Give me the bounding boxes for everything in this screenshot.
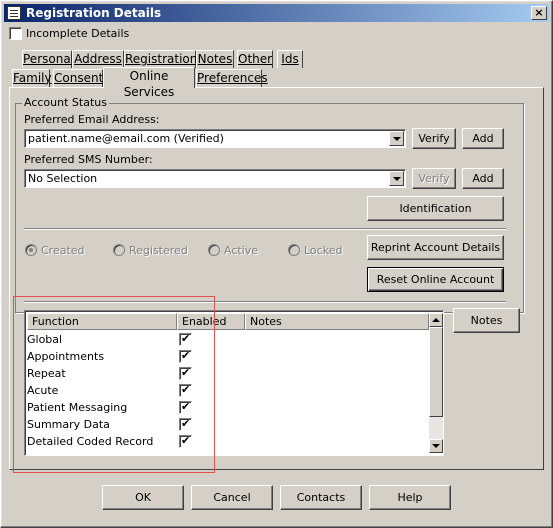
- identification-button[interactable]: Identification: [367, 196, 504, 221]
- table-row[interactable]: Acute: [27, 383, 427, 400]
- tab-address[interactable]: Address: [72, 50, 124, 68]
- separator: [24, 301, 506, 303]
- chevron-down-icon[interactable]: [389, 171, 404, 186]
- enabled-checkbox[interactable]: [179, 332, 192, 346]
- scroll-up-icon[interactable]: [429, 313, 443, 327]
- incomplete-details-checkbox[interactable]: [9, 27, 22, 40]
- status-label-created: Created: [41, 244, 85, 257]
- tab-preferences[interactable]: Preferences: [196, 69, 268, 87]
- tab-notes[interactable]: Notes: [196, 50, 234, 68]
- tab-consent[interactable]: Consent: [53, 69, 103, 87]
- tab-online-services[interactable]: Online Services: [103, 67, 195, 99]
- function-name: Global: [27, 333, 63, 346]
- help-button[interactable]: Help: [369, 485, 451, 510]
- status-radio-registered[interactable]: [113, 244, 125, 256]
- contacts-button[interactable]: Contacts: [280, 485, 362, 510]
- incomplete-details-label: Incomplete Details: [26, 27, 130, 40]
- window-icon: [7, 6, 21, 20]
- ok-button[interactable]: OK: [102, 485, 184, 510]
- sms-value: No Selection: [28, 172, 98, 185]
- column-header-notes[interactable]: Notes: [245, 313, 429, 330]
- status-radio-locked[interactable]: [288, 244, 300, 256]
- title-bar[interactable]: Registration Details ×: [4, 4, 549, 22]
- window-title: Registration Details: [26, 6, 162, 20]
- sms-combo[interactable]: No Selection: [24, 169, 406, 188]
- tab-registration[interactable]: Registration: [124, 50, 197, 68]
- enabled-checkbox[interactable]: [179, 349, 192, 363]
- status-label-active: Active: [224, 244, 259, 257]
- column-header-enabled[interactable]: Enabled: [177, 313, 245, 330]
- functions-list[interactable]: Function Enabled Notes Global Appointmen…: [24, 310, 444, 456]
- table-row[interactable]: Patient Messaging: [27, 400, 427, 417]
- status-label-locked: Locked: [304, 244, 343, 257]
- notes-button[interactable]: Notes: [453, 308, 520, 333]
- sms-label: Preferred SMS Number:: [24, 153, 153, 166]
- list-header: Function Enabled Notes: [27, 313, 429, 330]
- column-header-function[interactable]: Function: [27, 313, 177, 330]
- verify-email-button[interactable]: Verify: [412, 128, 456, 149]
- enabled-checkbox[interactable]: [179, 417, 192, 431]
- table-row[interactable]: Appointments: [27, 349, 427, 366]
- close-button[interactable]: ×: [531, 6, 547, 20]
- enabled-checkbox[interactable]: [179, 383, 192, 397]
- table-row[interactable]: Detailed Coded Record: [27, 434, 427, 451]
- tab-other[interactable]: Other: [237, 50, 273, 68]
- enabled-checkbox[interactable]: [179, 434, 192, 448]
- add-email-button[interactable]: Add: [462, 128, 504, 149]
- email-combo[interactable]: patient.name@email.com (Verified): [24, 129, 406, 148]
- add-sms-button[interactable]: Add: [462, 168, 504, 189]
- reset-online-account-button[interactable]: Reset Online Account: [367, 267, 504, 292]
- tab-family[interactable]: Family: [12, 69, 52, 87]
- function-name: Repeat: [27, 367, 66, 380]
- tab-ids[interactable]: Ids: [277, 50, 303, 68]
- email-label: Preferred Email Address:: [24, 113, 160, 126]
- status-label-registered: Registered: [129, 244, 188, 257]
- enabled-checkbox[interactable]: [179, 366, 192, 380]
- table-row[interactable]: Summary Data: [27, 417, 427, 434]
- status-radio-active[interactable]: [208, 244, 220, 256]
- function-name: Appointments: [27, 350, 105, 363]
- tab-personal[interactable]: Personal: [22, 50, 74, 68]
- function-name: Summary Data: [27, 418, 110, 431]
- cancel-button[interactable]: Cancel: [191, 485, 273, 510]
- reprint-account-details-button[interactable]: Reprint Account Details: [367, 235, 504, 260]
- status-radio-created[interactable]: [25, 244, 37, 256]
- enabled-checkbox[interactable]: [179, 400, 192, 414]
- scroll-thumb[interactable]: [429, 327, 443, 417]
- function-name: Patient Messaging: [27, 401, 128, 414]
- email-value: patient.name@email.com (Verified): [28, 132, 224, 145]
- verify-sms-button[interactable]: Verify: [412, 168, 456, 189]
- list-scrollbar[interactable]: [429, 313, 443, 453]
- scroll-down-icon[interactable]: [429, 439, 443, 453]
- chevron-down-icon[interactable]: [389, 131, 404, 146]
- account-status-label: Account Status: [22, 96, 109, 109]
- table-row[interactable]: Global: [27, 332, 427, 349]
- separator: [24, 228, 506, 230]
- function-name: Acute: [27, 384, 59, 397]
- function-name: Detailed Coded Record: [27, 435, 154, 448]
- table-row[interactable]: Repeat: [27, 366, 427, 383]
